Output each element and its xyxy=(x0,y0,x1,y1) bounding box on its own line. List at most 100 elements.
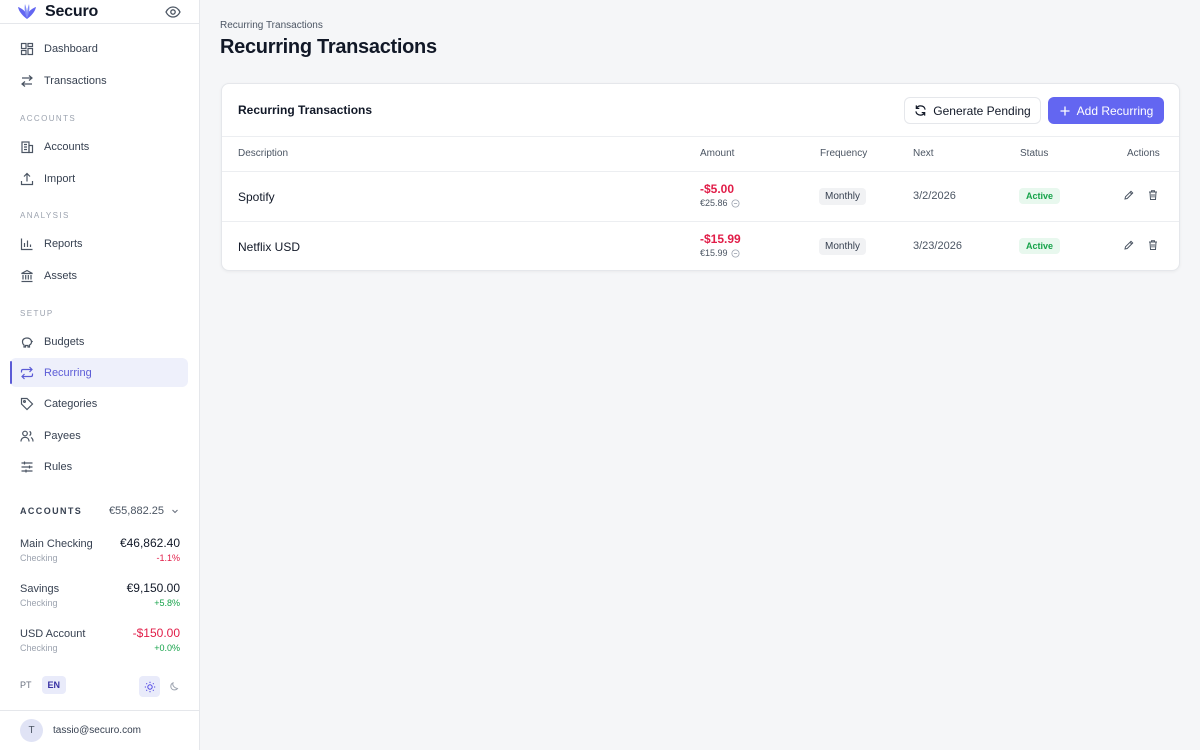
logo-icon xyxy=(18,3,36,19)
row-amount-converted: €25.86 xyxy=(700,198,740,208)
theme-switcher xyxy=(139,676,187,697)
language-option-en[interactable]: EN xyxy=(41,676,67,694)
dashboard-icon xyxy=(20,42,34,55)
row-next-date: 3/2/2026 xyxy=(913,190,956,202)
sliders-icon xyxy=(21,461,33,472)
accounts-summary-label: ACCOUNTS xyxy=(20,506,83,516)
moon-icon xyxy=(169,681,178,690)
account-change: +5.8% xyxy=(154,598,180,608)
user-profile[interactable]: T tassio@securo.com xyxy=(0,710,199,750)
brand-name: Securo xyxy=(45,2,99,20)
column-header-description: Description xyxy=(238,148,289,159)
accounts-summary-header[interactable]: ACCOUNTS €55,882.25 xyxy=(20,505,180,517)
row-actions xyxy=(1123,189,1171,201)
account-name: USD Account xyxy=(20,628,86,640)
row-amount-converted: €15.99 xyxy=(700,248,741,258)
accounts-total-value: €55,882.25 xyxy=(108,505,164,517)
account-item-main-checking[interactable]: Main Checking €46,862.40 Checking -1.1% xyxy=(20,536,180,563)
sidebar-item-recurring[interactable]: Recurring xyxy=(10,358,188,387)
row-next-date: 3/23/2026 xyxy=(913,240,962,252)
frequency-badge: Monthly xyxy=(819,188,867,205)
sidebar-item-label: Accounts xyxy=(44,140,90,153)
row-actions xyxy=(1123,239,1171,251)
account-balance: -$150.00 xyxy=(132,626,180,640)
account-balance: €46,862.40 xyxy=(119,536,180,550)
column-header-status: Status xyxy=(1020,148,1049,159)
sidebar-item-label: Import xyxy=(44,172,76,185)
edit-icon[interactable] xyxy=(1123,189,1135,201)
generate-pending-label: Generate Pending xyxy=(933,103,1031,118)
arrows-swap-icon xyxy=(21,74,33,87)
sun-icon xyxy=(144,681,155,692)
info-icon[interactable] xyxy=(731,198,740,208)
section-label-analysis: ANALYSIS xyxy=(20,211,70,220)
sidebar-item-label: Rules xyxy=(44,460,73,473)
account-change: -1.1% xyxy=(156,553,180,563)
row-converted-value: €15.99 xyxy=(700,248,728,258)
sidebar-item-rules[interactable]: Rules xyxy=(10,452,188,481)
account-item-usd-account[interactable]: USD Account -$150.00 Checking +0.0% xyxy=(20,626,180,653)
dark-theme-button[interactable] xyxy=(163,676,184,697)
status-badge: Active xyxy=(1019,188,1061,204)
sidebar-item-transactions[interactable]: Transactions xyxy=(10,66,188,95)
language-option-pt[interactable]: PT xyxy=(14,676,38,694)
upload-icon xyxy=(20,172,34,185)
row-amount: -$5.00 €25.86 xyxy=(700,182,740,208)
breadcrumb[interactable]: Recurring Transactions xyxy=(220,20,323,31)
row-description: Spotify xyxy=(238,190,275,204)
sidebar-item-dashboard[interactable]: Dashboard xyxy=(10,34,188,63)
trash-icon[interactable] xyxy=(1147,189,1159,201)
card-header: Recurring Transactions Generate Pending … xyxy=(222,84,1179,137)
user-email: tassio@securo.com xyxy=(53,725,141,736)
account-type: Checking xyxy=(20,598,58,608)
chevron-down-icon[interactable] xyxy=(170,506,180,516)
row-amount-value: -$5.00 xyxy=(700,182,735,196)
section-label-accounts: ACCOUNTS xyxy=(20,114,77,123)
sidebar-item-accounts[interactable]: Accounts xyxy=(10,132,188,161)
light-theme-button[interactable] xyxy=(139,676,160,697)
account-type: Checking xyxy=(20,643,58,653)
avatar: T xyxy=(20,719,43,742)
column-header-next: Next xyxy=(913,148,934,159)
frequency-badge: Monthly xyxy=(819,238,867,255)
account-name: Savings xyxy=(20,583,60,595)
row-converted-value: €25.86 xyxy=(700,198,728,208)
sidebar-item-label: Budgets xyxy=(44,335,85,348)
sidebar-item-categories[interactable]: Categories xyxy=(10,389,188,418)
edit-icon[interactable] xyxy=(1123,239,1135,251)
column-header-amount: Amount xyxy=(700,148,735,159)
account-type: Checking xyxy=(20,553,58,563)
section-label-setup: SETUP xyxy=(20,309,54,318)
generate-pending-button[interactable]: Generate Pending xyxy=(904,97,1041,124)
column-header-frequency: Frequency xyxy=(820,148,868,159)
sidebar-item-payees[interactable]: Payees xyxy=(10,421,188,450)
info-icon[interactable] xyxy=(731,248,740,258)
table-row[interactable]: Spotify -$5.00 €25.86 Monthly 3/2/2026 A… xyxy=(222,171,1179,221)
sidebar-item-label: Payees xyxy=(44,429,81,442)
add-recurring-button[interactable]: Add Recurring xyxy=(1048,97,1164,124)
eye-icon[interactable] xyxy=(165,4,181,20)
sidebar-item-assets[interactable]: Assets xyxy=(10,261,188,290)
sidebar-item-reports[interactable]: Reports xyxy=(10,229,188,258)
trash-icon[interactable] xyxy=(1147,239,1159,251)
sidebar-item-label: Categories xyxy=(44,397,98,410)
tag-icon xyxy=(20,397,34,410)
table-row[interactable]: Netflix USD -$15.99 €15.99 Monthly 3/23/… xyxy=(222,221,1179,270)
status-badge: Active xyxy=(1019,238,1061,254)
plus-icon xyxy=(1060,106,1070,115)
sidebar-item-label: Recurring xyxy=(44,366,92,379)
brand-header: Securo xyxy=(0,0,199,24)
card-title: Recurring Transactions xyxy=(238,103,373,117)
piggy-bank-icon xyxy=(21,336,33,348)
row-amount-value: -$15.99 xyxy=(700,232,741,246)
accounts-total: €55,882.25 xyxy=(109,505,180,517)
refresh-icon xyxy=(915,105,927,116)
column-header-actions: Actions xyxy=(1127,148,1160,159)
building-icon xyxy=(21,140,34,153)
account-item-savings[interactable]: Savings €9,150.00 Checking +5.8% xyxy=(20,581,180,608)
sidebar-item-budgets[interactable]: Budgets xyxy=(10,327,188,356)
page-title: Recurring Transactions xyxy=(220,36,437,58)
recurring-card: Recurring Transactions Generate Pending … xyxy=(221,83,1180,271)
language-switcher: PT EN xyxy=(14,676,70,694)
sidebar-item-import[interactable]: Import xyxy=(10,164,188,193)
